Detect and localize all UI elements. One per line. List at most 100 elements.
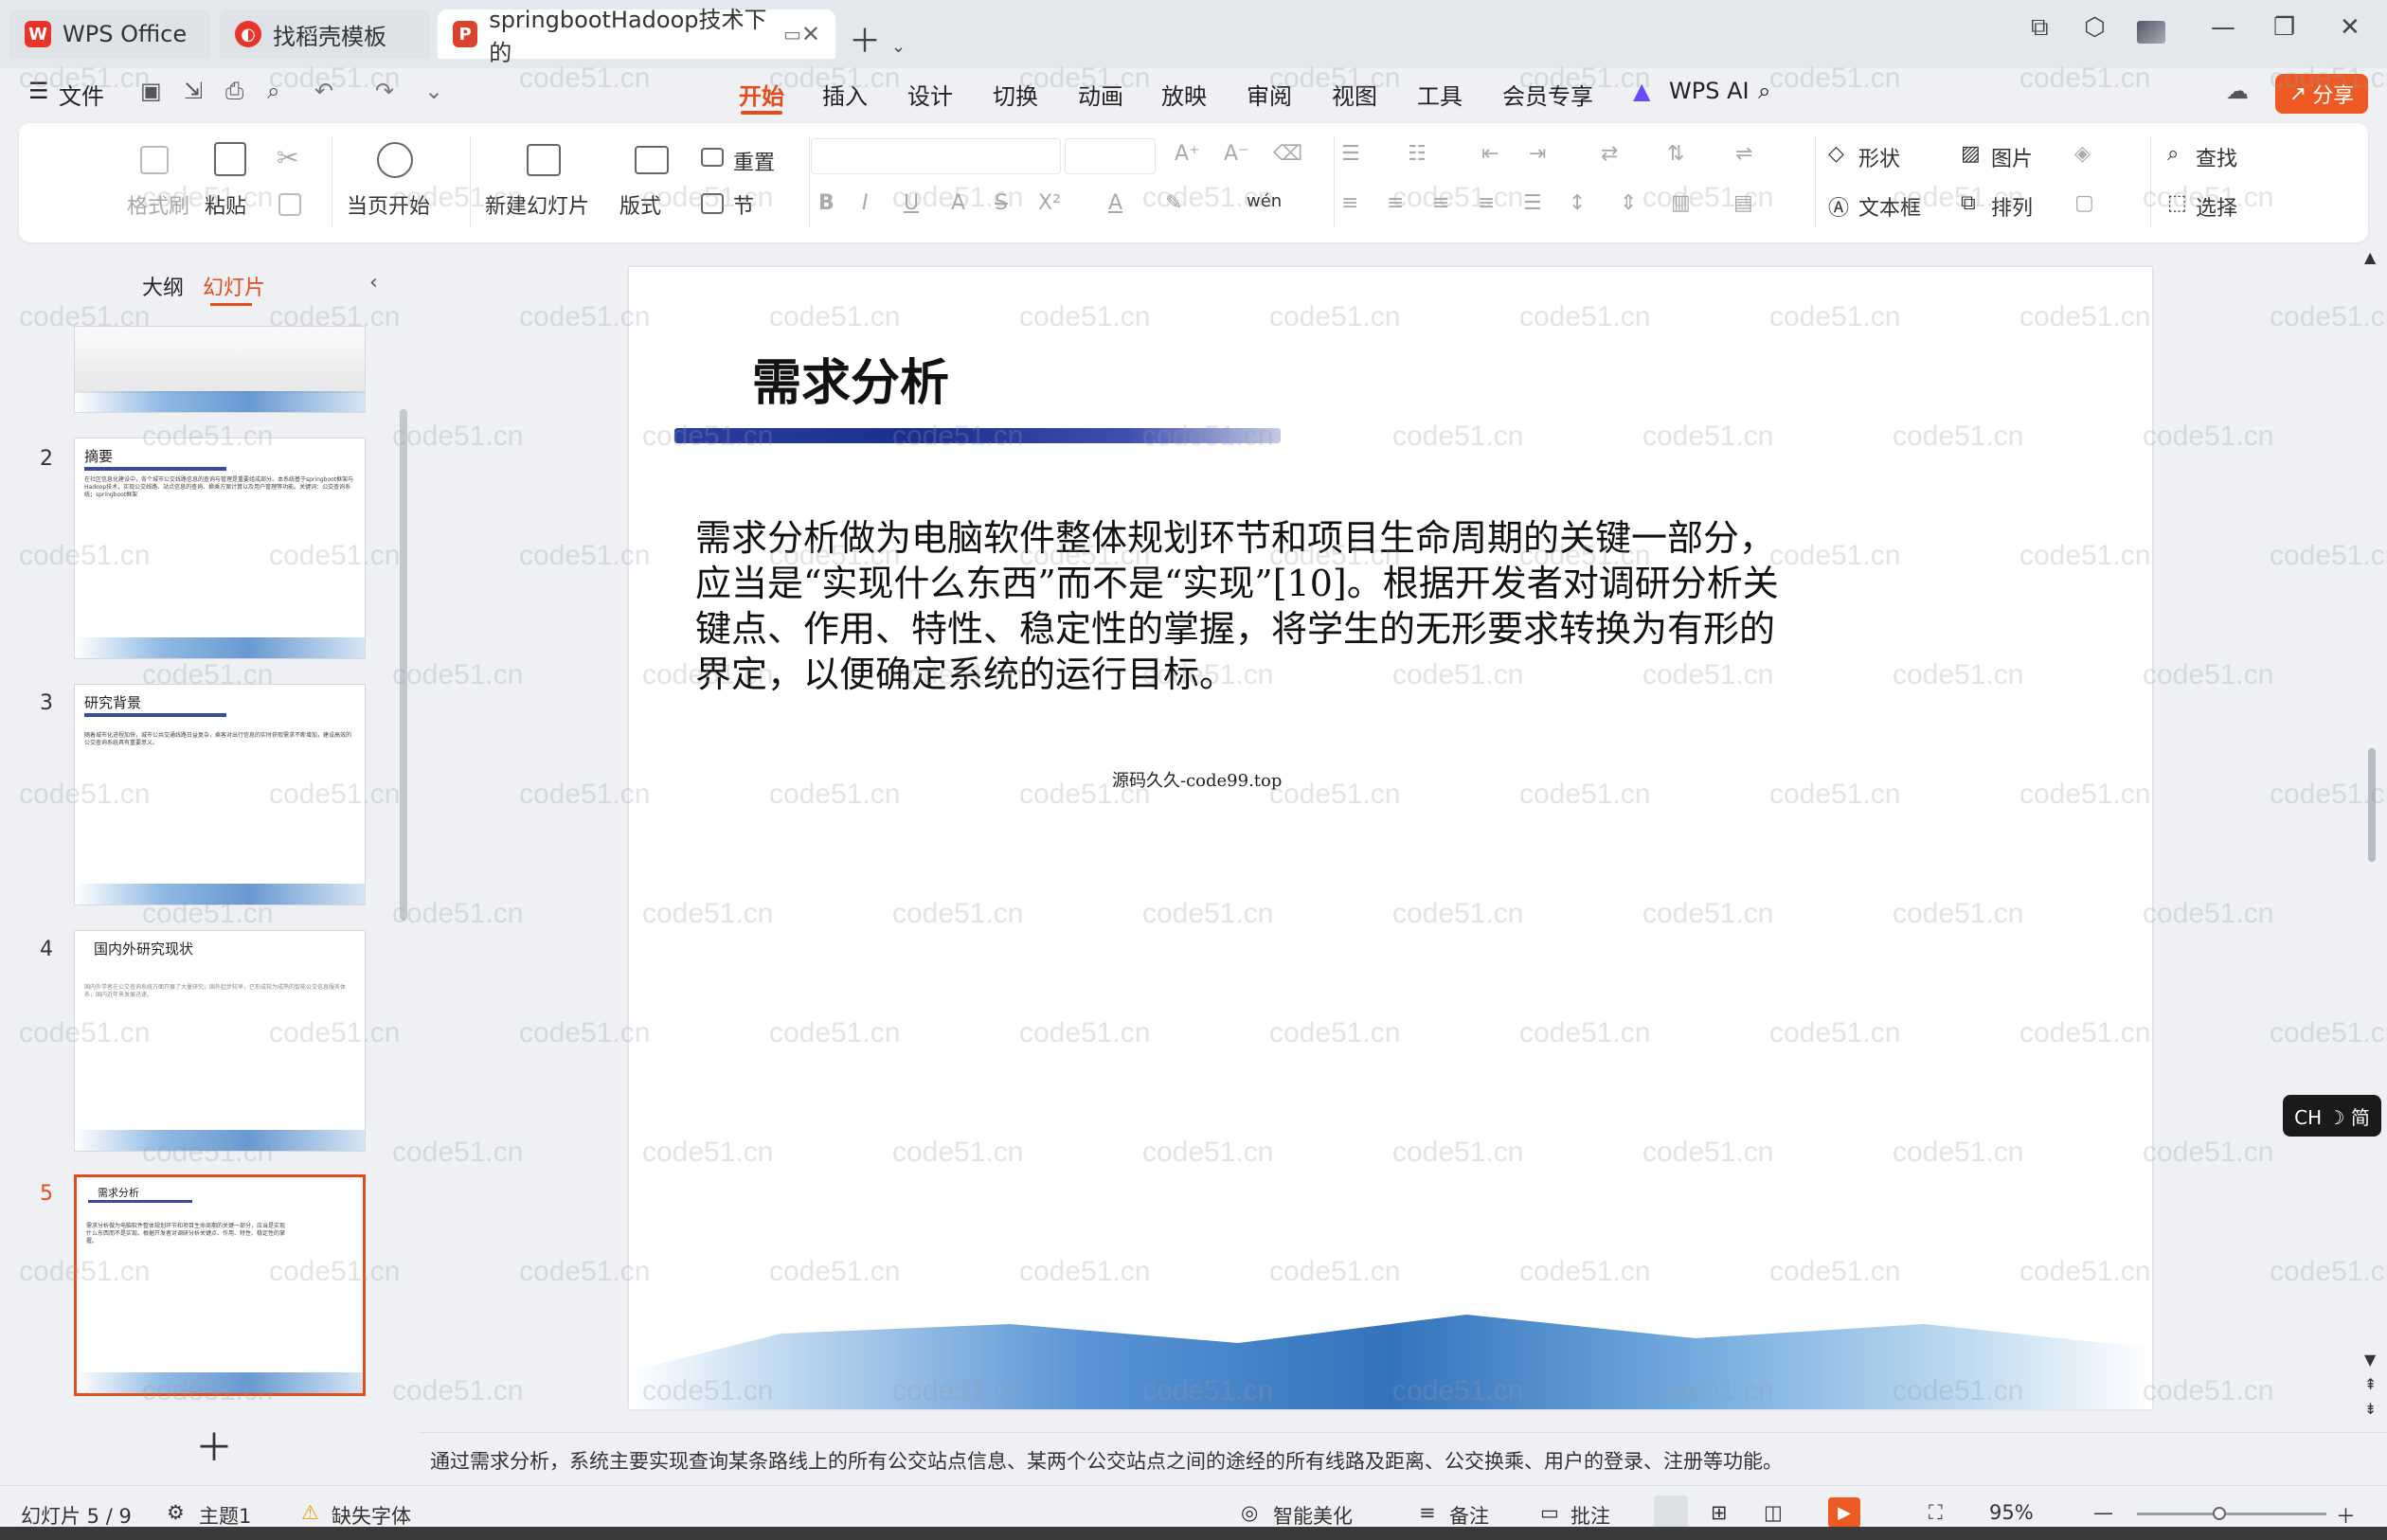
bold-icon[interactable]: B [818, 191, 835, 215]
slide-thumbnail-4[interactable]: 国内外研究现状 国内外学者在公交查询系统方面开展了大量研究，国外起步较早，已形成… [74, 930, 366, 1152]
smart-beautify-button[interactable]: 智能美化 [1273, 1501, 1353, 1530]
line-spacing-icon[interactable]: ↕ [1569, 191, 1586, 215]
font-family-select[interactable] [811, 138, 1061, 174]
next-slide-icon[interactable]: ⇟ [2364, 1400, 2377, 1418]
more-chevron-icon[interactable]: ⌄ [424, 78, 443, 104]
format-painter-button[interactable]: 格式刷 [127, 189, 189, 220]
play-from-current-button[interactable]: 当页开始 [347, 189, 430, 220]
hamburger-icon[interactable]: ☰ [28, 78, 49, 104]
save-icon[interactable]: ▣ [140, 78, 162, 104]
layout-icon[interactable]: ⧉ [2031, 13, 2049, 43]
scroll-up-icon[interactable]: ▲ [2364, 248, 2376, 266]
canvas-scrollbar[interactable] [2368, 748, 2376, 862]
section-button[interactable]: 节 [733, 189, 754, 220]
menu-animations[interactable]: 动画 [1078, 78, 1123, 111]
highlight-icon[interactable]: ✎ [1165, 191, 1182, 215]
prev-slide-icon[interactable]: ⇞ [2364, 1375, 2377, 1393]
monitor-icon[interactable]: ▭ [783, 23, 801, 45]
slide-sorter-icon[interactable]: ⊞ [1711, 1501, 1728, 1524]
slide-canvas[interactable]: 需求分析 需求分析做为电脑软件整体规划环节和项目生命周期的关键一部分，应当是“实… [629, 267, 2152, 1409]
text-direction-icon[interactable]: ⇄ [1601, 142, 1618, 166]
align-center-icon[interactable]: ≡ [1387, 191, 1404, 215]
superscript-icon[interactable]: X² [1038, 191, 1061, 215]
columns-icon[interactable]: ▥ [1671, 191, 1691, 215]
menu-review[interactable]: 审阅 [1247, 78, 1292, 111]
chevron-down-icon[interactable]: ⌄ [891, 37, 906, 57]
align-right-icon[interactable]: ≡ [1432, 191, 1449, 215]
sort-icon[interactable]: ⇅ [1667, 142, 1684, 166]
theme-button[interactable]: 主题1 [199, 1501, 251, 1530]
select-icon[interactable]: ⬚ [2167, 191, 2187, 215]
notes-pane[interactable]: 通过需求分析，系统主要实现查询某条路线上的所有公交站点信息、某两个公交站点之间的… [419, 1432, 2387, 1485]
play-slideshow-button[interactable]: ▶ [1828, 1497, 1860, 1528]
add-slide-icon[interactable]: ＋ [195, 1417, 233, 1472]
arrange-button[interactable]: 排列 [1991, 191, 2033, 222]
font-color-icon[interactable]: A [1108, 191, 1122, 215]
tab-outline[interactable]: 大纲 [142, 271, 184, 301]
picture-button[interactable]: 图片 [1991, 142, 2033, 172]
close-window-icon[interactable]: ✕ [2340, 13, 2360, 42]
menu-transitions[interactable]: 切换 [993, 78, 1038, 111]
slide-thumbnail-2[interactable]: 摘要 在社区信息化建设中，各个城市公交线路信息的查询与管理是重要组成部分。本系统… [74, 438, 366, 659]
notes-text[interactable]: 通过需求分析，系统主要实现查询某条路线上的所有公交站点信息、某两个公交站点之间的… [430, 1446, 1783, 1475]
outline-icon[interactable]: ▢ [2074, 191, 2094, 215]
copy-icon[interactable] [278, 193, 301, 216]
print-preview-icon[interactable]: ⌕ [267, 78, 279, 104]
slide-thumbnail-3[interactable]: 研究背景 随着城市化进程加快，城市公共交通线路日益复杂，乘客对出行信息的实时获取… [74, 684, 366, 905]
fit-window-icon[interactable]: ⛶ [1929, 1501, 1943, 1525]
slide-source-caption[interactable]: 源码久久-code99.top [1112, 767, 1282, 792]
cube-icon[interactable]: ⬡ [2084, 13, 2106, 42]
align-left-icon[interactable]: ≡ [1341, 191, 1358, 215]
new-slide-icon[interactable] [527, 144, 561, 176]
ime-indicator[interactable]: CH ☽ 简 [2283, 1095, 2381, 1137]
arrange-icon[interactable]: ⧉ [1961, 191, 1976, 215]
menu-design[interactable]: 设计 [907, 78, 953, 111]
restore-icon[interactable]: ❐ [2273, 13, 2295, 42]
undo-icon[interactable]: ↶ [314, 78, 333, 104]
zoom-level[interactable]: 95% [1989, 1501, 2034, 1524]
reading-view-icon[interactable]: ◫ [1764, 1501, 1783, 1524]
format-painter-icon[interactable] [140, 146, 169, 174]
numbered-list-icon[interactable]: ☷ [1408, 142, 1427, 166]
layout-button[interactable]: 版式 [619, 189, 661, 220]
shape-button[interactable]: 形状 [1858, 142, 1900, 172]
textbox-button[interactable]: 文本框 [1858, 191, 1921, 222]
slide-thumbnail-5[interactable]: 需求分析 需求分析做为电脑软件整体规划环节和项目生命周期的关键一部分，应当是实现… [74, 1174, 366, 1396]
find-icon[interactable]: ⌕ [2167, 142, 2179, 166]
select-button[interactable]: 选择 [2196, 191, 2237, 222]
menu-view[interactable]: 视图 [1332, 78, 1377, 111]
close-tab-icon[interactable]: ✕ [801, 21, 820, 47]
export-icon[interactable]: ⇲ [184, 78, 203, 104]
menu-file[interactable]: 文件 [59, 78, 104, 111]
shape-icon[interactable]: ◇ [1828, 142, 1844, 166]
paragraph-spacing-icon[interactable]: ⇕ [1620, 191, 1637, 215]
play-icon[interactable] [377, 142, 413, 178]
increase-indent-icon[interactable]: ⇥ [1529, 142, 1546, 166]
convert-icon[interactable]: ⇌ [1735, 142, 1752, 166]
picture-icon[interactable]: ▨ [1961, 142, 1981, 166]
paste-button[interactable]: 粘贴 [205, 189, 246, 220]
menu-tools[interactable]: 工具 [1417, 78, 1463, 111]
minimize-icon[interactable]: — [2211, 13, 2235, 42]
reset-button[interactable]: 重置 [733, 146, 775, 176]
slide-title[interactable]: 需求分析 [752, 343, 949, 414]
shadow-icon[interactable]: A [951, 191, 965, 215]
slide-body-text[interactable]: 需求分析做为电脑软件整体规划环节和项目生命周期的关键一部分，应当是“实现什么东西… [695, 515, 1794, 697]
zoom-in-icon[interactable]: ＋ [2336, 1501, 2356, 1530]
fill-icon[interactable]: ◈ [2074, 142, 2091, 166]
cloud-icon[interactable]: ☁ [2226, 78, 2249, 104]
font-size-select[interactable] [1065, 138, 1156, 174]
avatar[interactable] [2137, 21, 2165, 44]
print-icon[interactable]: ⎙ [225, 78, 243, 104]
tab-slides[interactable]: 幻灯片 [203, 271, 265, 301]
zoom-slider-track[interactable] [2137, 1513, 2326, 1515]
menu-slideshow[interactable]: 放映 [1161, 78, 1207, 111]
menu-insert[interactable]: 插入 [822, 78, 868, 111]
reset-icon[interactable] [701, 148, 724, 167]
decrease-font-icon[interactable]: A⁻ [1224, 142, 1249, 166]
panel-scrollbar[interactable] [400, 409, 407, 921]
decrease-indent-icon[interactable]: ⇤ [1481, 142, 1499, 166]
comments-button[interactable]: 批注 [1570, 1501, 1610, 1530]
search-icon[interactable]: ⌕ [1758, 78, 1770, 104]
tab-wps-office[interactable]: W WPS Office [9, 9, 210, 59]
